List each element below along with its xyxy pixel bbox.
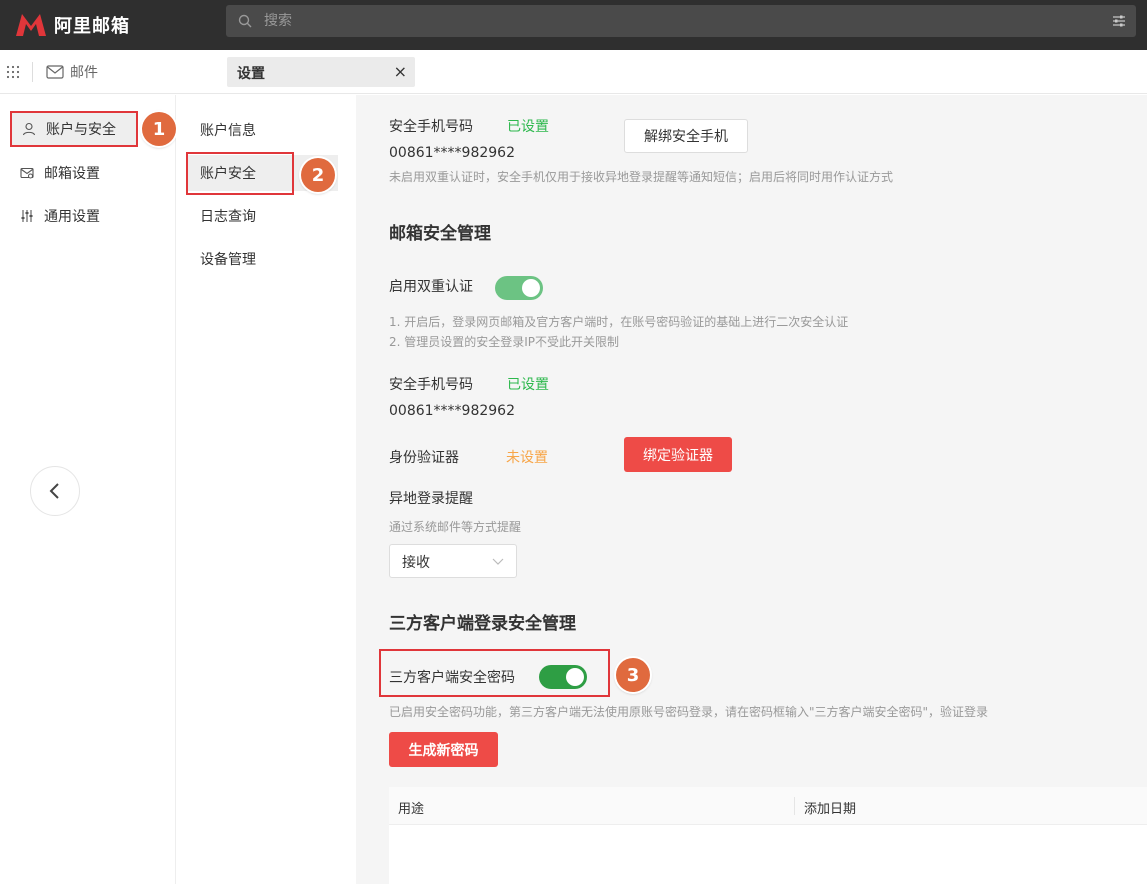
settings-content: 安全手机号码 已设置 解绑安全手机 00861****982962 未启用双重认… <box>356 95 1147 884</box>
authenticator-status: 未设置 <box>506 450 548 466</box>
mfa-phone-label: 安全手机号码 <box>389 377 473 393</box>
chevron-left-icon <box>49 483 59 499</box>
sidebar-item-log-query[interactable]: 日志查询 <box>188 198 338 234</box>
third-party-password-note: 已启用安全密码功能，第三方客户端无法使用原账号密码登录，请在密码框输入"三方客户… <box>389 705 989 719</box>
tab-settings-label: 设置 <box>237 66 265 82</box>
remote-login-select[interactable]: 接收 <box>389 544 517 578</box>
mailbox-security-heading: 邮箱安全管理 <box>389 224 491 244</box>
user-icon <box>22 122 36 136</box>
column-header-date-added[interactable]: 添加日期 <box>804 798 856 817</box>
sidebar-item-mailbox-settings[interactable]: 邮箱设置 <box>10 155 138 191</box>
sidebar-item-label: 日志查询 <box>200 209 256 225</box>
tab-divider <box>32 62 33 82</box>
toggle-knob <box>566 668 584 686</box>
two-factor-label: 启用双重认证 <box>389 279 473 295</box>
third-party-password-toggle[interactable] <box>539 665 587 689</box>
two-factor-note-2: 2. 管理员设置的安全登录IP不受此开关限制 <box>389 335 620 349</box>
settings-category-sidebar: 账户与安全 邮箱设置 通用设置 <box>0 95 176 884</box>
column-header-purpose[interactable]: 用途 <box>398 798 424 817</box>
chevron-down-icon <box>492 558 504 565</box>
tab-bar: 邮件 设置 × <box>0 50 1147 94</box>
highlight-box-2 <box>186 152 294 195</box>
remote-login-note: 通过系统邮件等方式提醒 <box>389 520 522 534</box>
search-bar[interactable] <box>226 5 1136 37</box>
apps-grid-icon[interactable] <box>6 65 20 79</box>
toggle-knob <box>522 279 540 297</box>
generate-password-button[interactable]: 生成新密码 <box>389 732 498 767</box>
top-header: 阿里邮箱 <box>0 0 1147 50</box>
collapse-sidebar-button[interactable] <box>30 466 80 516</box>
mfa-phone-status: 已设置 <box>507 377 549 393</box>
callout-badge-1: 1 <box>142 112 176 146</box>
security-phone-label: 安全手机号码 <box>389 119 473 135</box>
sidebar-item-label: 邮箱设置 <box>44 166 100 182</box>
sliders-icon <box>21 210 33 222</box>
two-factor-toggle[interactable] <box>495 276 543 300</box>
envelope-icon <box>46 65 64 79</box>
settings-subcategory-sidebar: 账户信息 账户安全 日志查询 设备管理 <box>176 95 356 884</box>
sidebar-item-general-settings[interactable]: 通用设置 <box>10 198 138 234</box>
passwords-table: 用途 添加日期 <box>389 787 1147 884</box>
logo-m-icon <box>16 14 46 36</box>
sidebar-item-label: 账户信息 <box>200 123 256 139</box>
tab-settings[interactable]: 设置 × <box>227 57 415 87</box>
sidebar-item-device-management[interactable]: 设备管理 <box>188 241 338 277</box>
unbind-phone-button[interactable]: 解绑安全手机 <box>624 119 748 153</box>
sidebar-item-label: 账户与安全 <box>46 122 116 138</box>
third-party-password-label: 三方客户端安全密码 <box>389 670 515 686</box>
table-header: 用途 添加日期 <box>389 787 1147 825</box>
callout-badge-3: 3 <box>616 658 650 692</box>
sidebar-item-account-security[interactable]: 账户与安全 <box>10 111 138 147</box>
remote-login-value: 接收 <box>402 555 430 571</box>
mfa-phone-number: 00861****982962 <box>389 403 515 419</box>
two-factor-note-1: 1. 开启后，登录网页邮箱及官方客户端时，在账号密码验证的基础上进行二次安全认证 <box>389 315 849 329</box>
mailbox-icon <box>20 167 34 179</box>
column-divider <box>794 797 795 815</box>
search-icon <box>238 14 252 28</box>
tab-mail-label: 邮件 <box>70 65 98 81</box>
bind-authenticator-button[interactable]: 绑定验证器 <box>624 437 732 472</box>
remote-login-label: 异地登录提醒 <box>389 491 473 507</box>
tab-mail[interactable]: 邮件 <box>46 62 98 82</box>
security-phone-note: 未启用双重认证时，安全手机仅用于接收异地登录提醒等通知短信；启用后将同时用作认证… <box>389 170 894 184</box>
security-phone-status: 已设置 <box>507 119 549 135</box>
third-party-heading: 三方客户端登录安全管理 <box>389 614 576 634</box>
sidebar-item-label: 设备管理 <box>200 252 256 268</box>
logo-text: 阿里邮箱 <box>54 16 130 37</box>
sidebar-item-label: 通用设置 <box>44 209 100 225</box>
search-input[interactable] <box>264 5 1084 37</box>
close-icon[interactable]: × <box>394 63 407 81</box>
sidebar-item-account-info[interactable]: 账户信息 <box>188 112 338 148</box>
logo[interactable]: 阿里邮箱 <box>14 8 130 42</box>
authenticator-label: 身份验证器 <box>389 450 459 466</box>
filter-icon[interactable] <box>1112 14 1126 28</box>
callout-badge-2: 2 <box>301 158 335 192</box>
security-phone-number: 00861****982962 <box>389 145 515 161</box>
